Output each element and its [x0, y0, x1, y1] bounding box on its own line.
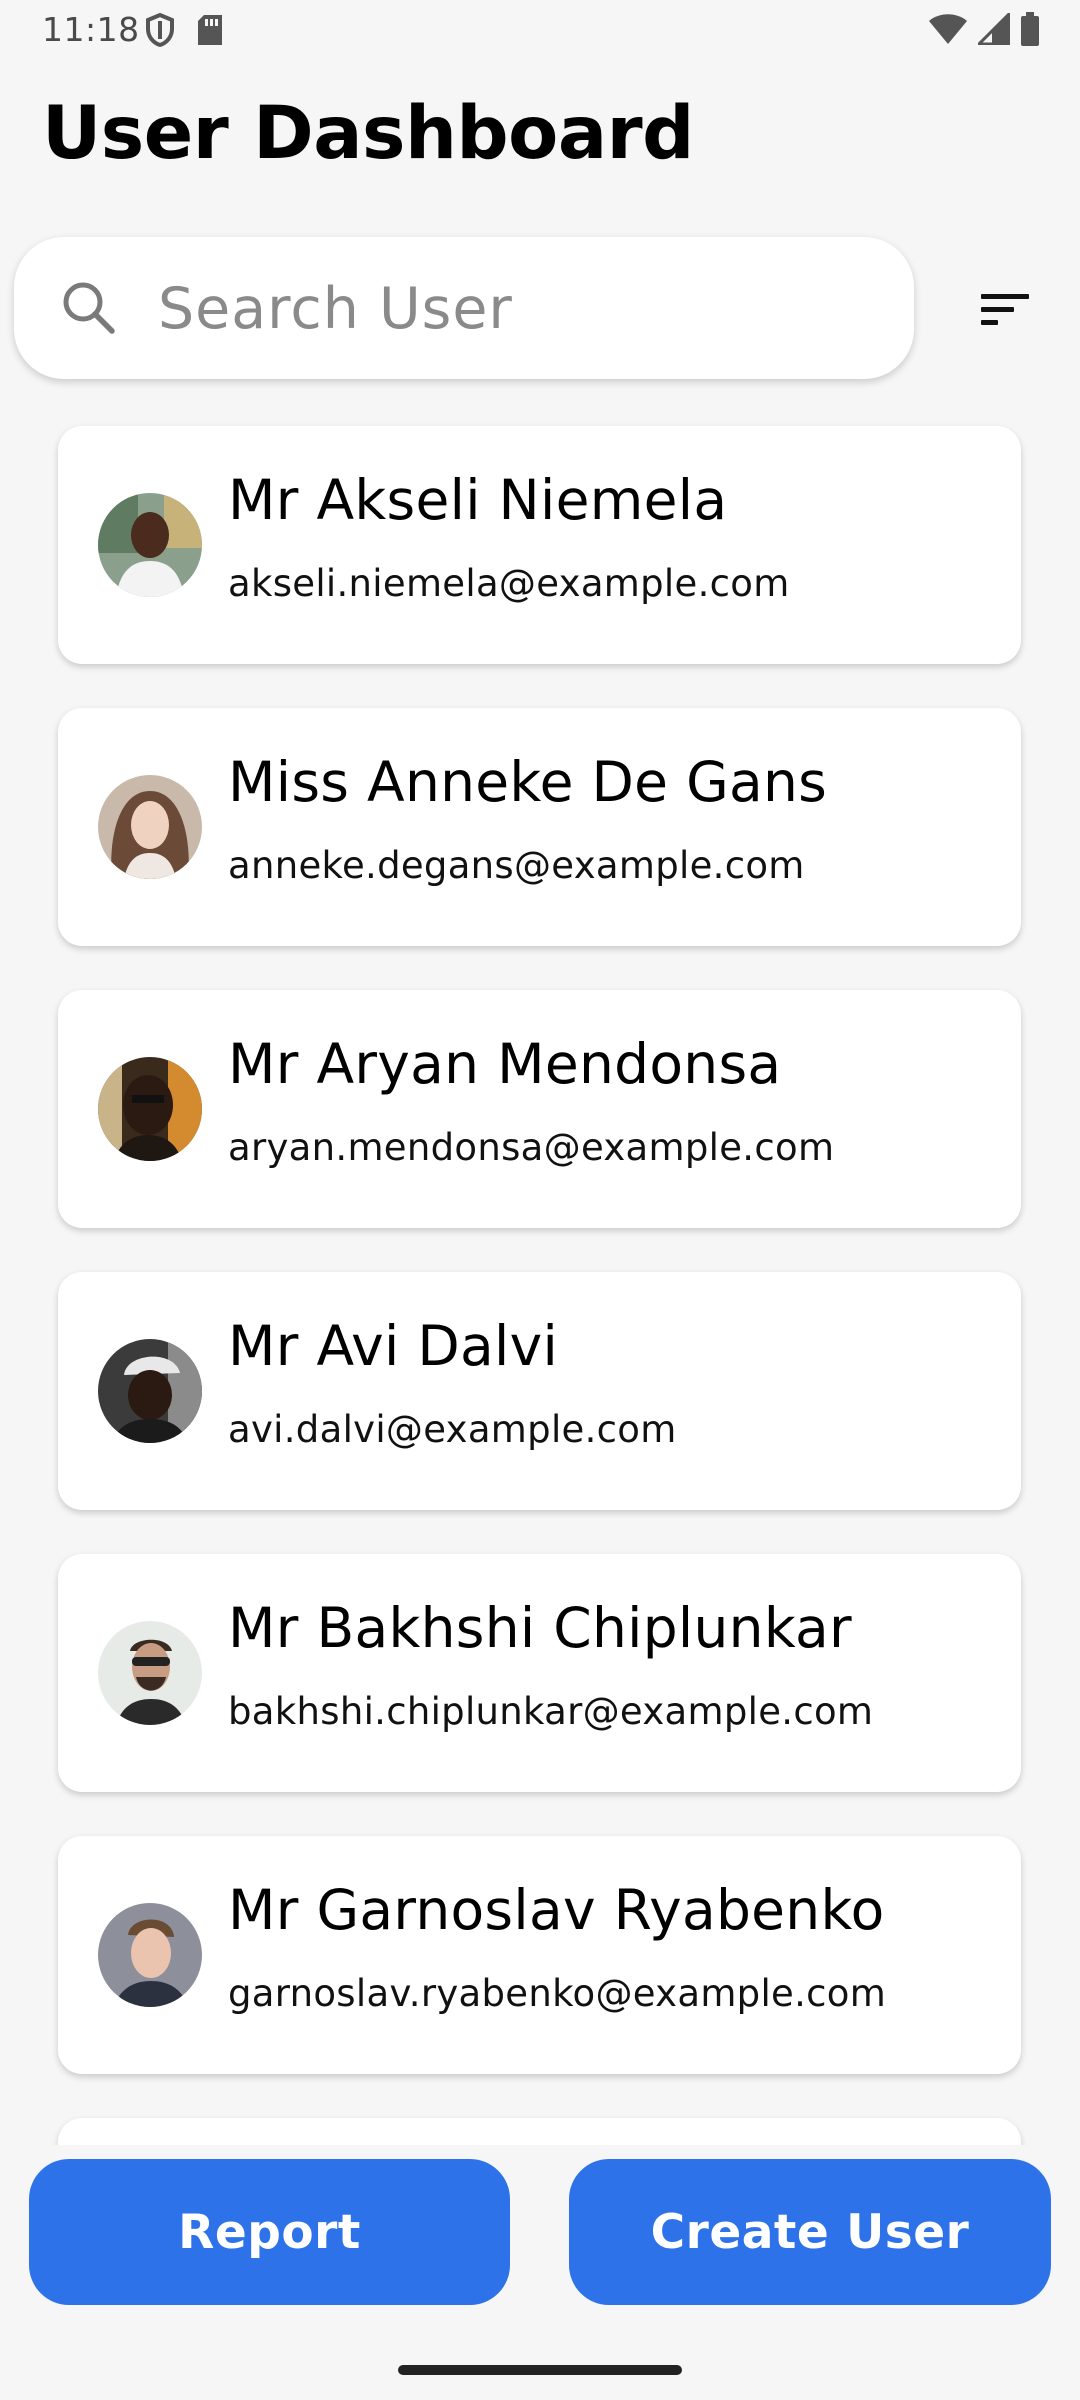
- user-name: Mr Garnoslav Ryabenko: [228, 1878, 885, 1942]
- user-card[interactable]: Miss Anneke De Gans anneke.degans@exampl…: [58, 708, 1021, 946]
- user-name: Mr Akseli Niemela: [228, 468, 728, 532]
- user-card[interactable]: Mr Garnoslav Ryabenko garnoslav.ryabenko…: [58, 1836, 1021, 2074]
- user-avatar: [98, 1339, 202, 1443]
- user-email: avi.dalvi@example.com: [228, 1408, 677, 1451]
- search-bar[interactable]: [14, 237, 914, 379]
- bottom-action-bar: Report Create User: [0, 2145, 1080, 2345]
- user-card-partial[interactable]: [58, 2118, 1021, 2145]
- user-name: Mr Aryan Mendonsa: [228, 1032, 782, 1096]
- user-list[interactable]: Mr Akseli Niemela akseli.niemela@example…: [0, 400, 1080, 2145]
- status-bar: 11:18: [0, 0, 1080, 62]
- user-name: Mr Avi Dalvi: [228, 1314, 559, 1378]
- user-card[interactable]: Mr Avi Dalvi avi.dalvi@example.com: [58, 1272, 1021, 1510]
- page-title: User Dashboard: [42, 91, 694, 176]
- user-card[interactable]: Mr Bakhshi Chiplunkar bakhshi.chiplunkar…: [58, 1554, 1021, 1792]
- user-email: anneke.degans@example.com: [228, 844, 805, 887]
- user-email: garnoslav.ryabenko@example.com: [228, 1972, 887, 2015]
- status-time: 11:18: [42, 10, 140, 49]
- user-avatar: [98, 1903, 202, 2007]
- user-email: bakhshi.chiplunkar@example.com: [228, 1690, 874, 1733]
- user-name: Mr Bakhshi Chiplunkar: [228, 1596, 852, 1660]
- user-email: akseli.niemela@example.com: [228, 562, 790, 605]
- sort-icon: [981, 294, 1029, 325]
- signal-icon: [978, 13, 1010, 45]
- search-icon: [63, 282, 115, 334]
- screen: 11:18 User Dashboard Search User Mr Akse…: [0, 0, 1080, 2400]
- sd-card-icon: [198, 15, 222, 45]
- user-avatar: [98, 1621, 202, 1725]
- user-avatar: [98, 775, 202, 879]
- status-right-icons: [928, 12, 1040, 46]
- user-avatar: [98, 1057, 202, 1161]
- search-input[interactable]: [156, 259, 890, 359]
- user-name: Miss Anneke De Gans: [228, 750, 828, 814]
- user-avatar: [98, 493, 202, 597]
- battery-icon: [1021, 12, 1039, 46]
- report-button[interactable]: Report: [29, 2159, 510, 2305]
- shield-icon: [146, 13, 174, 47]
- user-card[interactable]: Mr Aryan Mendonsa aryan.mendonsa@example…: [58, 990, 1021, 1228]
- user-email: aryan.mendonsa@example.com: [228, 1126, 835, 1169]
- create-user-button[interactable]: Create User: [569, 2159, 1051, 2305]
- sort-button[interactable]: [960, 270, 1050, 350]
- home-indicator[interactable]: [398, 2365, 682, 2375]
- status-left-icons: [146, 13, 224, 47]
- wifi-icon: [929, 14, 967, 44]
- user-card[interactable]: Mr Akseli Niemela akseli.niemela@example…: [58, 426, 1021, 664]
